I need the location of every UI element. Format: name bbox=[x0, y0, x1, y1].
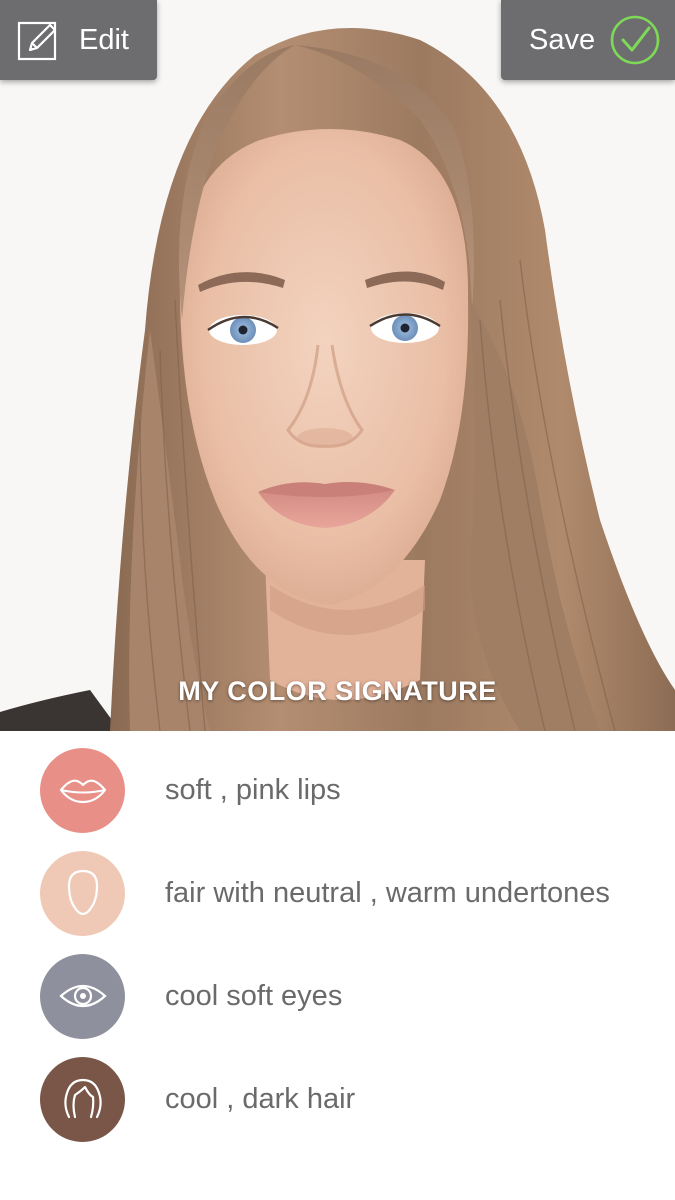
lips-description: soft , pink lips bbox=[165, 773, 341, 806]
signature-item-skin[interactable]: fair with neutral , warm undertones bbox=[0, 848, 675, 938]
eyes-description: cool soft eyes bbox=[165, 979, 343, 1012]
eye-icon bbox=[58, 984, 107, 1008]
edit-button[interactable]: Edit bbox=[0, 0, 157, 80]
skin-swatch bbox=[40, 850, 125, 936]
signature-item-eyes[interactable]: cool soft eyes bbox=[0, 951, 675, 1041]
signature-item-hair[interactable]: cool , dark hair bbox=[0, 1054, 675, 1144]
hair-description: cool , dark hair bbox=[165, 1082, 356, 1115]
edit-pencil-icon bbox=[16, 17, 62, 63]
save-button-label: Save bbox=[529, 23, 596, 56]
lips-swatch bbox=[40, 747, 125, 833]
lips-icon bbox=[59, 779, 106, 804]
edit-button-label: Edit bbox=[79, 23, 129, 56]
skin-description: fair with neutral , warm undertones bbox=[165, 876, 610, 909]
color-signature-heading: MY COLOR SIGNATURE bbox=[178, 676, 497, 706]
portrait-image bbox=[0, 0, 675, 731]
eyes-swatch bbox=[40, 953, 125, 1039]
checkmark-circle-icon bbox=[609, 14, 661, 66]
save-button[interactable]: Save bbox=[501, 0, 675, 80]
portrait-photo: MY COLOR SIGNATURE bbox=[0, 0, 675, 731]
face-icon bbox=[67, 869, 98, 916]
signature-item-lips[interactable]: soft , pink lips bbox=[0, 745, 675, 835]
hair-swatch bbox=[40, 1056, 125, 1142]
hair-icon bbox=[63, 1078, 102, 1119]
